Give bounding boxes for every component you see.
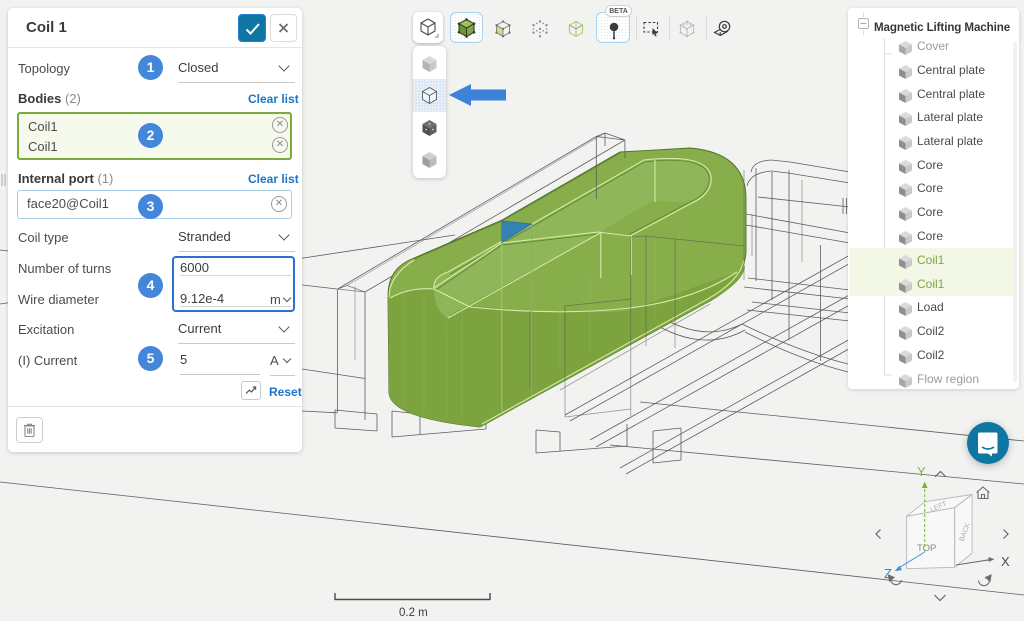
svg-text:0.2 m: 0.2 m [399,607,428,619]
svg-text:TOP: TOP [917,543,936,554]
svg-text:X: X [1001,554,1010,569]
svg-text:Y: Y [917,464,926,479]
